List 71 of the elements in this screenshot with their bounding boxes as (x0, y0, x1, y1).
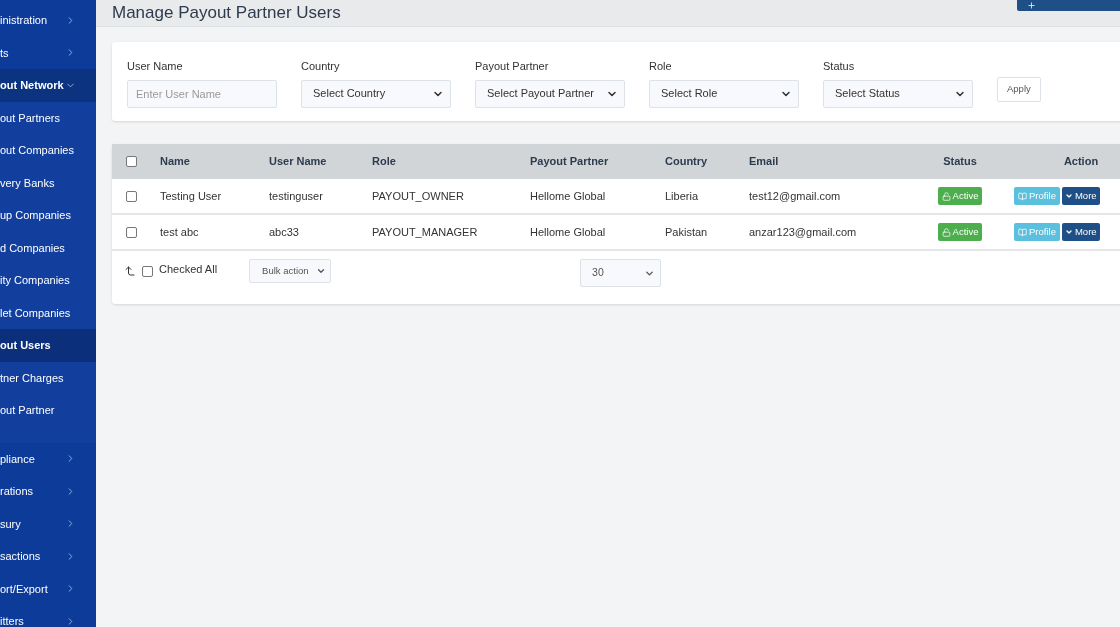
status-badge: Active (937, 223, 983, 241)
sidebar-item[interactable]: inistration (0, 4, 96, 37)
more-button[interactable]: More (1061, 223, 1100, 241)
user-name-field[interactable]: Enter User Name (127, 79, 277, 108)
column-header: Name (160, 154, 191, 170)
corner-arrow-icon (124, 265, 136, 277)
table-cell-text: anzar123@gmail.com (749, 224, 858, 240)
sidebar-item[interactable]: out Partner (0, 394, 96, 427)
checked-all-checkbox[interactable] (142, 265, 153, 277)
page-size-select[interactable]: 30 (580, 259, 662, 287)
table-cell-text: test abc (160, 224, 200, 240)
table-cell-text: Hellome Global (530, 224, 607, 240)
sidebar-item[interactable]: ts (0, 36, 96, 69)
select-field[interactable]: Select Payout Partner (475, 79, 625, 108)
checked-all-label: Checked All (159, 261, 218, 277)
table-cell-text: Liberia (665, 188, 700, 204)
book-icon (1018, 191, 1027, 201)
sidebar-item[interactable]: sury (0, 507, 96, 540)
row-checkbox[interactable] (126, 226, 137, 238)
sidebar-item[interactable]: rations (0, 475, 96, 508)
sidebar-item[interactable]: pliance (0, 442, 96, 475)
sidebar-item[interactable]: out Partners (0, 101, 96, 134)
table-cell-text: PAYOUT_OWNER (372, 188, 465, 204)
unlock-icon (941, 227, 951, 237)
sidebar-item[interactable]: sactions (0, 540, 96, 573)
table-cell-text: Testing User (160, 188, 223, 204)
select-field[interactable]: Select Role (649, 79, 799, 108)
sidebar-item[interactable]: d Companies (0, 231, 96, 264)
sidebar-item[interactable]: itters (0, 605, 96, 627)
select-all-checkbox[interactable] (126, 156, 137, 167)
sidebar-item[interactable]: out Users (0, 329, 96, 362)
filter-label: Country (301, 59, 341, 74)
table-cell-text: Pakistan (665, 224, 709, 240)
sidebar-item[interactable]: ity Companies (0, 264, 96, 297)
table-cell-text: PAYOUT_MANAGER (372, 224, 479, 240)
column-header: Country (665, 154, 709, 170)
bulk-action-select[interactable]: Bulk action (249, 259, 332, 283)
filter-label: User Name (127, 59, 184, 74)
sidebar-item[interactable]: out Network (0, 69, 96, 102)
table-cell-text: test12@gmail.com (749, 188, 842, 204)
table-cell-text: Hellome Global (530, 188, 607, 204)
select-field[interactable]: Select Country (301, 79, 451, 108)
more-button[interactable]: More (1061, 187, 1100, 205)
column-header: Payout Partner (530, 154, 610, 170)
select-field[interactable]: Select Status (823, 79, 973, 108)
sidebar-item[interactable]: up Companies (0, 199, 96, 232)
sidebar-item[interactable]: ort/Export (0, 572, 96, 605)
filter-label: Status (823, 59, 856, 74)
sidebar-item[interactable]: very Banks (0, 166, 96, 199)
apply-button[interactable]: Apply (997, 77, 1041, 102)
filter-label: Role (649, 59, 673, 74)
filter-label: Payout Partner (475, 59, 550, 74)
column-header: Email (749, 154, 780, 170)
column-header: Status (943, 154, 977, 170)
unlock-icon (941, 191, 951, 201)
caret-icon (1064, 228, 1073, 236)
table-cell-text: abc33 (269, 224, 300, 240)
row-checkbox[interactable] (126, 190, 137, 202)
sidebar-item[interactable]: out Companies (0, 134, 96, 167)
status-badge: Active (937, 187, 983, 205)
chevron-down-icon (316, 266, 327, 276)
column-header: Action (1063, 154, 1099, 170)
book-icon (1018, 227, 1027, 237)
sidebar-item[interactable]: tner Charges (0, 361, 96, 394)
column-header: User Name (269, 154, 328, 170)
caret-icon (1064, 192, 1073, 200)
column-header: Role (372, 154, 397, 170)
page-title: Manage Payout Partner Users (112, 2, 341, 25)
sidebar-item[interactable]: let Companies (0, 296, 96, 329)
plus-icon (1027, 1, 1036, 10)
table-cell-text: testinguser (269, 188, 324, 204)
